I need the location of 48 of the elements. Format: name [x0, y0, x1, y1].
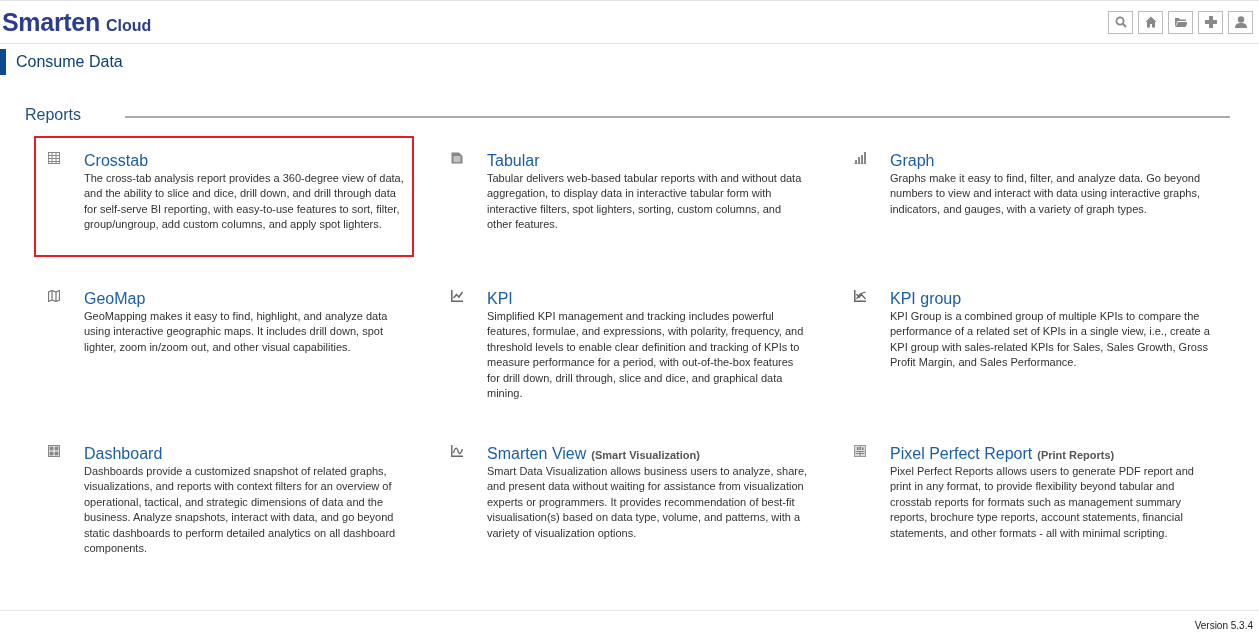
folder-icon [1174, 16, 1187, 28]
grid-icon [48, 445, 60, 457]
card-title: Graph [890, 151, 935, 171]
bar-chart-icon [854, 152, 866, 164]
card-title: Dashboard [84, 444, 163, 464]
page-title: Consume Data [16, 53, 123, 71]
card-description: Graphs make it easy to find, filter, and analyze data. Go beyond numbers to view and interact with data using interactive graphs, indicators, and gauges, with a variety of graph types. [890, 171, 1201, 217]
card-description: GeoMapping makes it easy to find, highlight, and analyze data using interactive geographic maps. It includes drill down, spot lighter, zoom in/zoom out, and other visual capabilities. [84, 309, 389, 355]
table-icon [48, 152, 60, 164]
folder-button[interactable] [1168, 10, 1193, 34]
report-card[interactable]: GeoMap GeoMapping makes it easy to find, highlight, and analyze data using interactive geographic maps. It includes drill down, spot lighter, zoom in/zoom out, and other visual capabilities. [34, 274, 414, 412]
report-card[interactable]: Graph Graphs make it easy to find, filter, and analyze data. Go beyond numbers to view and interact with data using interactive graphs, indicators, and gauges, with a variety of graph types. [840, 136, 1220, 257]
line-chart-icon [854, 290, 866, 302]
user-button[interactable] [1228, 10, 1253, 34]
section-title: Reports [25, 106, 82, 124]
card-description: Smart Data Visualization allows business users to analyze, share, and present data without waiting for assistance from visualization experts or programmers. It provides recommendation of best-fit visualisation(s) based on data type, volume, and patterns, with a variety of visualization options. [487, 464, 809, 541]
card-description: Dashboards provide a customized snapshot of related graphs, visualizations, and reports with context filters for an overview of operational, tactical, and strategic dimensions of data and the business. Analyze snapshots, interact with data, and go beyond static dashboards to perform detailed analytics on all dashboard components. [84, 464, 397, 557]
plus-icon [1204, 16, 1217, 28]
card-title: Pixel Perfect Report [890, 444, 1033, 464]
card-description: KPI Group is a combined group of multiple KPIs to compare the performance of a related set of KPIs in a single view, i.e., create a KPI group with sales-related KPIs for Sales, Sales Growth, Gross Profit Margin, and Sales Performance. [890, 309, 1211, 371]
home-icon [1144, 16, 1157, 28]
logo-product: Cloud [105, 16, 152, 35]
version-text: Version 5.3.4 [1194, 620, 1253, 631]
card-description: Tabular delivers web-based tabular reports with and without data aggregation, to display data in interactive tabular form with interactive filters, spot lighters, sorting, custom columns, and other features. [487, 171, 803, 233]
home-button[interactable] [1138, 10, 1163, 34]
card-title: KPI group [890, 289, 962, 309]
card-subtitle: (Print Reports) [1037, 449, 1115, 461]
report-icon [854, 445, 866, 457]
line-chart-icon [451, 290, 463, 302]
card-title: Crosstab [84, 151, 149, 171]
title-accent-bar [0, 49, 6, 75]
card-title: Tabular [487, 151, 540, 171]
map-icon [48, 290, 60, 302]
card-description: The cross-tab analysis report provides a 360-degree view of data, and the ability to slice and dice, drill down, and drill through data for self-serve BI reporting, with easy-to-use features to sort, filter, group/ungroup, add custom columns, and apply spot lighters. [84, 171, 405, 233]
search-button[interactable] [1108, 10, 1133, 34]
card-title: KPI [487, 289, 513, 309]
user-icon [1234, 16, 1247, 28]
search-icon [1114, 16, 1127, 28]
plus-button[interactable] [1198, 10, 1223, 34]
chart-icon [451, 445, 463, 457]
card-description: Simplified KPI management and tracking includes powerful features, formulae, and expressions, with polarity, frequency, and threshold levels to enable clear definition and tracking of KPIs to measure performance for a period, with out-of-the-box features for drill down, drill through, slice and dice, and graphical data mining. [487, 309, 805, 402]
card-subtitle: (Smart Visualization) [591, 449, 700, 461]
card-title: GeoMap [84, 289, 146, 309]
logo-brand: Smarten [2, 7, 100, 37]
document-icon [451, 152, 463, 164]
card-title: Smarten View [487, 444, 587, 464]
card-description: Pixel Perfect Reports allows users to generate PDF report and print in any format, to provide flexibility beyond tabular and crosstab reports for formats such as management summary reports, brochure type reports, account statements, financial statements, and other formats - all with minimal scripting. [890, 464, 1195, 541]
report-card[interactable] [34, 136, 414, 257]
